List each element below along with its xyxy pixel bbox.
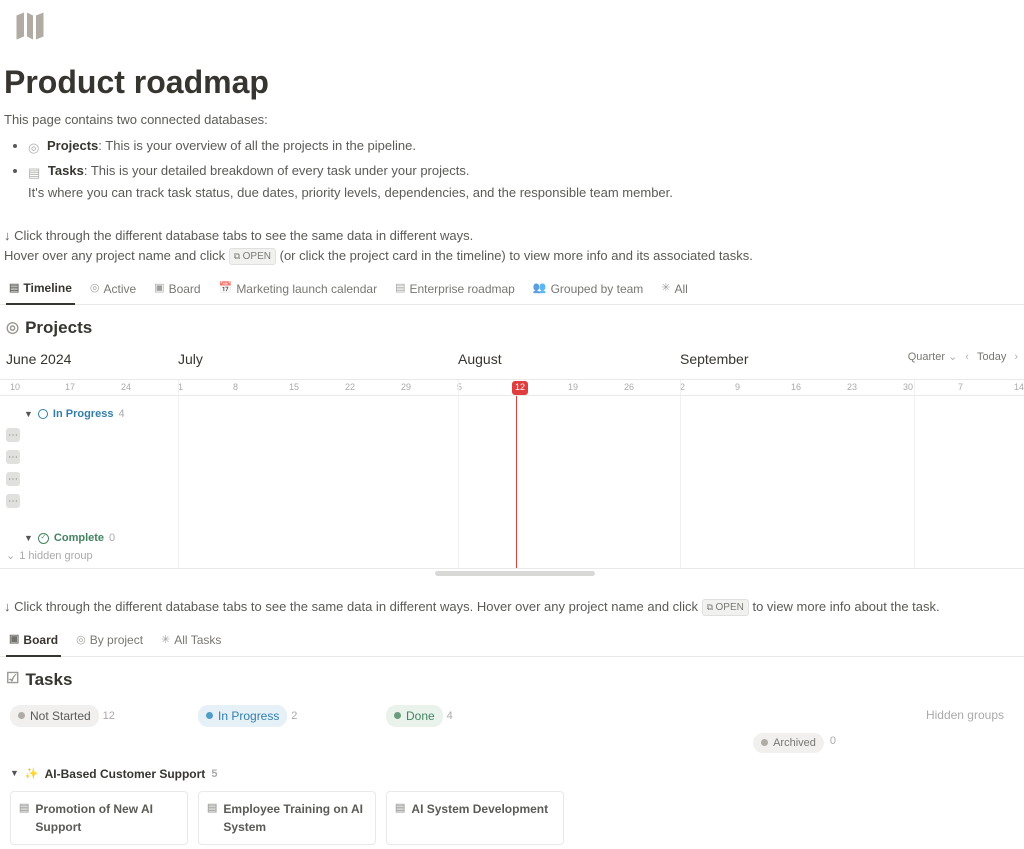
month-label: September: [680, 349, 748, 370]
timeline-body[interactable]: 10172418152229512192629162330714 ⌄ 1 hid…: [0, 379, 1024, 569]
hint-2: ↓ Click through the different database t…: [0, 569, 1024, 623]
projects-tab-active[interactable]: ◎Active: [87, 275, 139, 304]
date-tick: 16: [791, 381, 801, 395]
expand-row-button[interactable]: ⋯: [6, 494, 20, 508]
hint-1: ↓ Click through the different database t…: [0, 206, 1024, 271]
task-card[interactable]: ▤Promotion of New AI Support: [10, 791, 188, 845]
page-icon[interactable]: [0, 0, 1024, 50]
today-button[interactable]: Today: [977, 349, 1006, 366]
today-line: [516, 396, 517, 568]
date-tick: 26: [624, 381, 634, 395]
open-badge: OPEN: [229, 248, 276, 265]
timeline-icon: ▤: [395, 280, 405, 297]
check-icon: ✓: [38, 533, 49, 544]
doc-icon: ▤: [207, 800, 217, 836]
caret-icon: ▼: [24, 408, 33, 422]
check-icon: ☑: [6, 668, 19, 691]
date-tick: 14: [1014, 381, 1024, 395]
group-in-progress[interactable]: ▼In Progress 4: [24, 406, 125, 423]
date-tick: 7: [958, 381, 963, 395]
date-tick: 19: [568, 381, 578, 395]
projects-tab-grouped-by-team[interactable]: 👥Grouped by team: [530, 275, 646, 304]
expand-row-button[interactable]: ⋯: [6, 428, 20, 442]
expand-row-button[interactable]: ⋯: [6, 472, 20, 486]
target-icon: ◎: [6, 317, 19, 340]
board-icon: ▣: [9, 631, 19, 648]
prev-button[interactable]: ‹: [965, 349, 969, 366]
projects-tab-timeline[interactable]: ▤Timeline: [6, 275, 75, 305]
target-icon: ◎: [28, 138, 39, 158]
bullet-projects: ◎ Projects: This is your overview of all…: [28, 136, 1024, 158]
date-tick: 10: [10, 381, 20, 395]
status-pill[interactable]: In Progress: [198, 705, 287, 727]
projects-tabs: ▤Timeline ◎Active ▣Board 📅Marketing launch …: [0, 271, 1024, 305]
tasks-tabs: ▣Board ◎By project ✳All Tasks: [0, 623, 1024, 657]
target-icon: ◎: [76, 632, 86, 649]
next-button[interactable]: ›: [1014, 349, 1018, 366]
hidden-group[interactable]: ⌄ 1 hidden group: [6, 548, 93, 565]
task-card[interactable]: ▤Employee Training on AI System: [198, 791, 376, 845]
projects-tab-enterprise-roadmap[interactable]: ▤Enterprise roadmap: [392, 275, 518, 304]
people-icon: 👥: [533, 280, 547, 297]
board-icon: ▤: [28, 163, 40, 183]
subgroup-header[interactable]: ▼ ✨ AI-Based Customer Support 5: [0, 753, 1024, 787]
date-tick: 15: [289, 381, 299, 395]
tasks-tab-board[interactable]: ▣Board: [6, 627, 61, 657]
status-pill[interactable]: Not Started: [10, 705, 99, 727]
group-complete[interactable]: ▼✓Complete 0: [24, 530, 115, 547]
column-done[interactable]: Done 4: [386, 704, 564, 727]
date-tick: 9: [735, 381, 740, 395]
projects-tab-all[interactable]: ✳All: [658, 275, 691, 304]
caret-icon: ▼: [24, 532, 33, 546]
tasks-tab-by-project[interactable]: ◎By project: [73, 627, 146, 656]
sparkle-icon: ✳: [661, 280, 670, 297]
date-tick: 17: [65, 381, 75, 395]
map-icon: [8, 31, 52, 47]
sparkle-icon: ✨: [25, 766, 39, 783]
target-icon: ◎: [90, 280, 100, 297]
date-tick: 30: [903, 381, 913, 395]
projects-tab-board[interactable]: ▣Board: [151, 275, 203, 304]
tasks-title[interactable]: ☑ Tasks: [0, 657, 1024, 697]
scale-selector[interactable]: Quarter ⌄: [908, 349, 958, 366]
chevron-down-icon: ⌄: [6, 548, 15, 565]
month-label: June 2024: [6, 349, 71, 370]
date-tick: 8: [233, 381, 238, 395]
chevron-down-icon: ⌄: [948, 351, 957, 363]
bullet-tasks: ▤ Tasks: This is your detailed breakdown…: [28, 161, 1024, 202]
doc-icon: ▤: [395, 800, 405, 836]
date-tick: 23: [847, 381, 857, 395]
archived-pill[interactable]: Archived: [753, 733, 824, 754]
projects-tab-marketing-launch-calendar[interactable]: 📅Marketing launch calendar: [216, 275, 380, 304]
doc-icon: ▤: [19, 800, 29, 836]
intro-text: This page contains two connected databas…: [0, 110, 1024, 130]
date-tick: 29: [401, 381, 411, 395]
open-badge: OPEN: [702, 599, 749, 616]
board-icon: ▣: [154, 280, 164, 297]
task-card[interactable]: ▤AI System Development: [386, 791, 564, 845]
sparkle-icon: ✳: [161, 632, 170, 649]
calendar-icon: 📅: [219, 280, 233, 297]
date-tick: 24: [121, 381, 131, 395]
column-not-started[interactable]: Not Started 12: [10, 704, 188, 727]
scrollbar[interactable]: [435, 571, 595, 576]
column-in-progress[interactable]: In Progress 2: [198, 704, 376, 727]
date-tick: 22: [345, 381, 355, 395]
projects-title[interactable]: ◎ Projects: [0, 305, 1024, 345]
page-title[interactable]: Product roadmap: [0, 50, 1024, 110]
caret-icon: ▼: [10, 767, 19, 781]
status-icon: [38, 409, 48, 419]
status-pill[interactable]: Done: [386, 705, 443, 727]
tasks-tab-all-tasks[interactable]: ✳All Tasks: [158, 627, 224, 656]
expand-row-button[interactable]: ⋯: [6, 450, 20, 464]
month-label: July: [178, 349, 203, 370]
timeline-icon: ▤: [9, 280, 19, 297]
month-label: August: [458, 349, 502, 370]
today-marker: 12: [512, 381, 528, 395]
